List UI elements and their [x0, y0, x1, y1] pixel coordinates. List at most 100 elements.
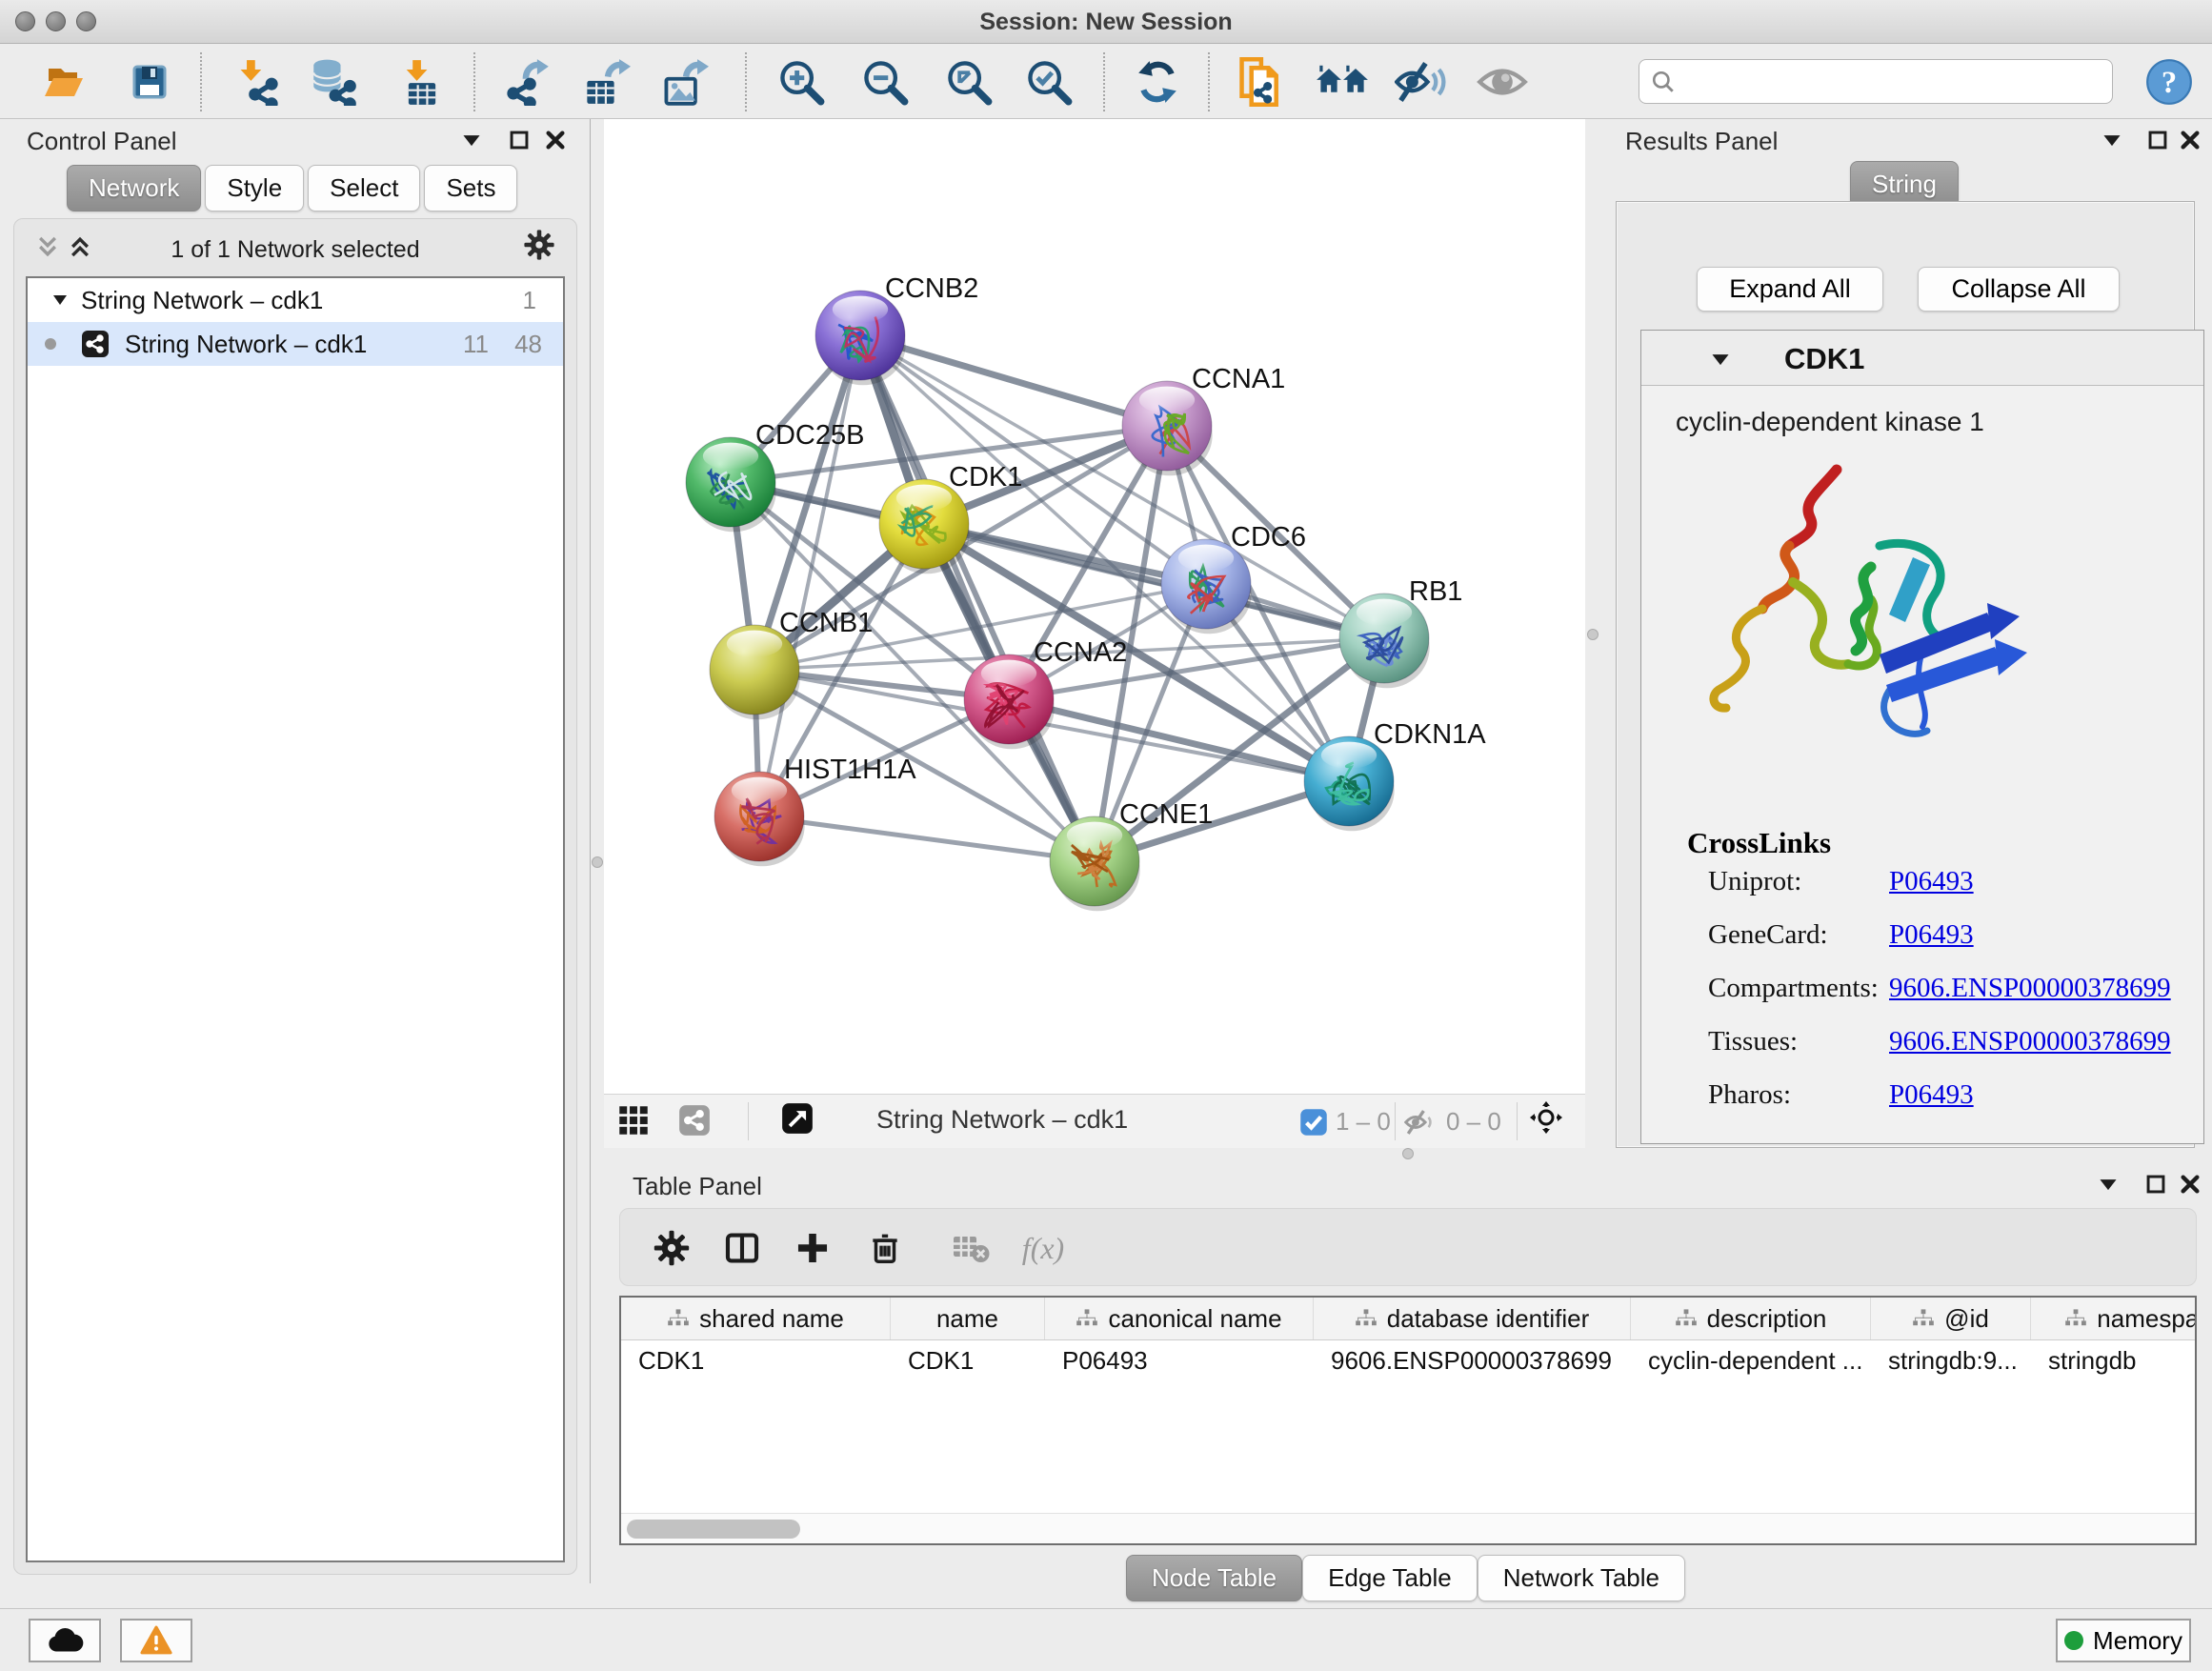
- grid-view-icon[interactable]: [617, 1104, 650, 1137]
- close-panel-icon[interactable]: [2174, 124, 2206, 156]
- crosslink-link[interactable]: P06493: [1889, 1079, 1974, 1110]
- delete-column-icon[interactable]: [860, 1226, 910, 1270]
- splitter-handle-icon[interactable]: [1402, 1148, 1414, 1159]
- float-panel-icon[interactable]: [2142, 124, 2174, 156]
- tab-select[interactable]: Select: [308, 165, 420, 211]
- close-panel-icon[interactable]: [539, 124, 572, 156]
- right-splitter[interactable]: [1585, 119, 1600, 1160]
- table-options-gear-icon[interactable]: [647, 1226, 696, 1270]
- crosslink-link[interactable]: P06493: [1889, 866, 1974, 896]
- column-header-namespace[interactable]: namespace: [2031, 1298, 2197, 1339]
- collapse-all-button[interactable]: Collapse All: [1918, 267, 2120, 312]
- window-title: Session: New Session: [0, 9, 2212, 36]
- hide-selected-icon[interactable]: [1393, 52, 1448, 111]
- tab-sets[interactable]: Sets: [424, 165, 517, 211]
- column-header-name[interactable]: name: [891, 1298, 1045, 1339]
- left-splitter[interactable]: [591, 119, 604, 1583]
- collection-expand-icon[interactable]: [52, 294, 68, 306]
- help-icon[interactable]: ?: [2142, 52, 2197, 111]
- zoom-fit-icon[interactable]: [941, 52, 996, 111]
- network-view-title: String Network – cdk1: [876, 1105, 1128, 1135]
- tab-edge-table[interactable]: Edge Table: [1302, 1555, 1478, 1601]
- import-table-icon[interactable]: [394, 52, 450, 111]
- warnings-button[interactable]: [120, 1619, 192, 1662]
- save-session-icon[interactable]: [122, 52, 177, 111]
- table-row[interactable]: CDK1CDK1P064939606.ENSP00000378699cyclin…: [621, 1340, 2195, 1380]
- expand-all-button[interactable]: Expand All: [1697, 267, 1883, 312]
- splitter-handle-icon[interactable]: [592, 856, 603, 868]
- column-header-database-identifier[interactable]: database identifier: [1314, 1298, 1631, 1339]
- splitter-handle-icon[interactable]: [1587, 629, 1599, 640]
- selected-checkbox-icon[interactable]: [1297, 1106, 1330, 1138]
- show-all-networks-icon[interactable]: [1315, 52, 1370, 111]
- fit-content-crosshair-icon[interactable]: [1530, 1101, 1562, 1134]
- network-node-CCNA1[interactable]: CCNA1: [1122, 364, 1285, 475]
- table-horizontal-scrollbar[interactable]: [621, 1513, 2195, 1543]
- table-cell[interactable]: stringdb: [2031, 1340, 2197, 1380]
- new-network-icon[interactable]: [499, 52, 554, 111]
- add-column-icon[interactable]: [788, 1226, 837, 1270]
- search-input[interactable]: [1685, 68, 2101, 95]
- network-view-type-icon[interactable]: [678, 1104, 711, 1137]
- column-header-shared-name[interactable]: shared name: [621, 1298, 891, 1339]
- memory-button[interactable]: Memory: [2056, 1619, 2191, 1662]
- float-panel-icon[interactable]: [2140, 1168, 2172, 1200]
- column-header-label: description: [1707, 1304, 1827, 1334]
- cloud-status-button[interactable]: [29, 1619, 101, 1662]
- network-node-CDKN1A[interactable]: CDKN1A: [1304, 719, 1486, 831]
- crosslink-link[interactable]: 9606.ENSP00000378699: [1889, 1026, 2171, 1057]
- table-cell[interactable]: CDK1: [891, 1340, 1045, 1380]
- table-cell[interactable]: 9606.ENSP00000378699: [1314, 1340, 1631, 1380]
- crosslink-link[interactable]: 9606.ENSP00000378699: [1889, 973, 2171, 1003]
- network-canvas[interactable]: CCNB2CCNA1CDC25BCDK1CDC6RB1CCNB1CCNA2CDK…: [604, 119, 1585, 1094]
- tab-node-table[interactable]: Node Table: [1126, 1555, 1302, 1601]
- network-options-gear-icon[interactable]: [523, 229, 555, 261]
- show-selected-icon[interactable]: [1475, 52, 1530, 111]
- network-node-RB1[interactable]: RB1: [1339, 576, 1462, 688]
- zoom-in-icon[interactable]: [774, 52, 829, 111]
- table-cell[interactable]: stringdb:9...: [1871, 1340, 2031, 1380]
- birds-eye-view-icon[interactable]: [781, 1102, 814, 1135]
- network-row[interactable]: String Network – cdk1 11 48: [28, 322, 563, 366]
- export-image-icon[interactable]: [657, 52, 713, 111]
- network-view-toolbar: String Network – cdk1 1 – 0 0 – 0: [604, 1094, 1585, 1148]
- node-table[interactable]: shared namenamecanonical namedatabase id…: [619, 1296, 2197, 1545]
- zoom-out-icon[interactable]: [857, 52, 913, 111]
- scrollbar-thumb[interactable]: [627, 1520, 800, 1539]
- string-network-graph[interactable]: CCNB2CCNA1CDC25BCDK1CDC6RB1CCNB1CCNA2CDK…: [604, 119, 1585, 1094]
- zoom-selected-icon[interactable]: [1021, 52, 1076, 111]
- tab-style[interactable]: Style: [205, 165, 304, 211]
- column-header-description[interactable]: description: [1631, 1298, 1871, 1339]
- open-file-icon[interactable]: [36, 52, 91, 111]
- network-collection-row[interactable]: String Network – cdk1 1: [28, 278, 563, 322]
- node-label: CDC25B: [755, 420, 864, 451]
- tab-network-table[interactable]: Network Table: [1478, 1555, 1685, 1601]
- search-bar[interactable]: [1639, 59, 2113, 104]
- network-node-CCNB2[interactable]: CCNB2: [815, 273, 978, 385]
- node-section-header[interactable]: CDK1: [1641, 331, 2203, 386]
- table-cell[interactable]: cyclin-dependent ...: [1631, 1340, 1871, 1380]
- crosslink-link[interactable]: P06493: [1889, 919, 1974, 950]
- clone-network-icon[interactable]: [1235, 52, 1290, 111]
- panel-menu-icon[interactable]: [455, 124, 488, 156]
- close-panel-icon[interactable]: [2174, 1168, 2206, 1200]
- refresh-icon[interactable]: [1130, 52, 1185, 111]
- panel-menu-icon[interactable]: [2096, 124, 2128, 156]
- network-node-CDK1[interactable]: CDK1: [879, 462, 1022, 574]
- network-node-HIST1H1A[interactable]: HIST1H1A: [714, 755, 916, 866]
- import-network-from-database-icon[interactable]: [307, 52, 362, 111]
- float-panel-icon[interactable]: [503, 124, 535, 156]
- table-cell[interactable]: P06493: [1045, 1340, 1314, 1380]
- table-cell[interactable]: CDK1: [621, 1340, 891, 1380]
- column-header-canonical-name[interactable]: canonical name: [1045, 1298, 1314, 1339]
- tab-network[interactable]: Network: [67, 165, 201, 211]
- column-header-@id[interactable]: @id: [1871, 1298, 2031, 1339]
- section-collapse-icon[interactable]: [1710, 352, 1731, 367]
- column-header-label: @id: [1944, 1304, 1989, 1334]
- show-columns-icon[interactable]: [717, 1226, 767, 1270]
- import-network-icon[interactable]: [231, 52, 286, 111]
- new-table-icon[interactable]: [579, 52, 634, 111]
- node-label: HIST1H1A: [784, 755, 916, 785]
- panel-menu-icon[interactable]: [2092, 1168, 2124, 1200]
- network-node-CDC6[interactable]: CDC6: [1161, 522, 1306, 634]
